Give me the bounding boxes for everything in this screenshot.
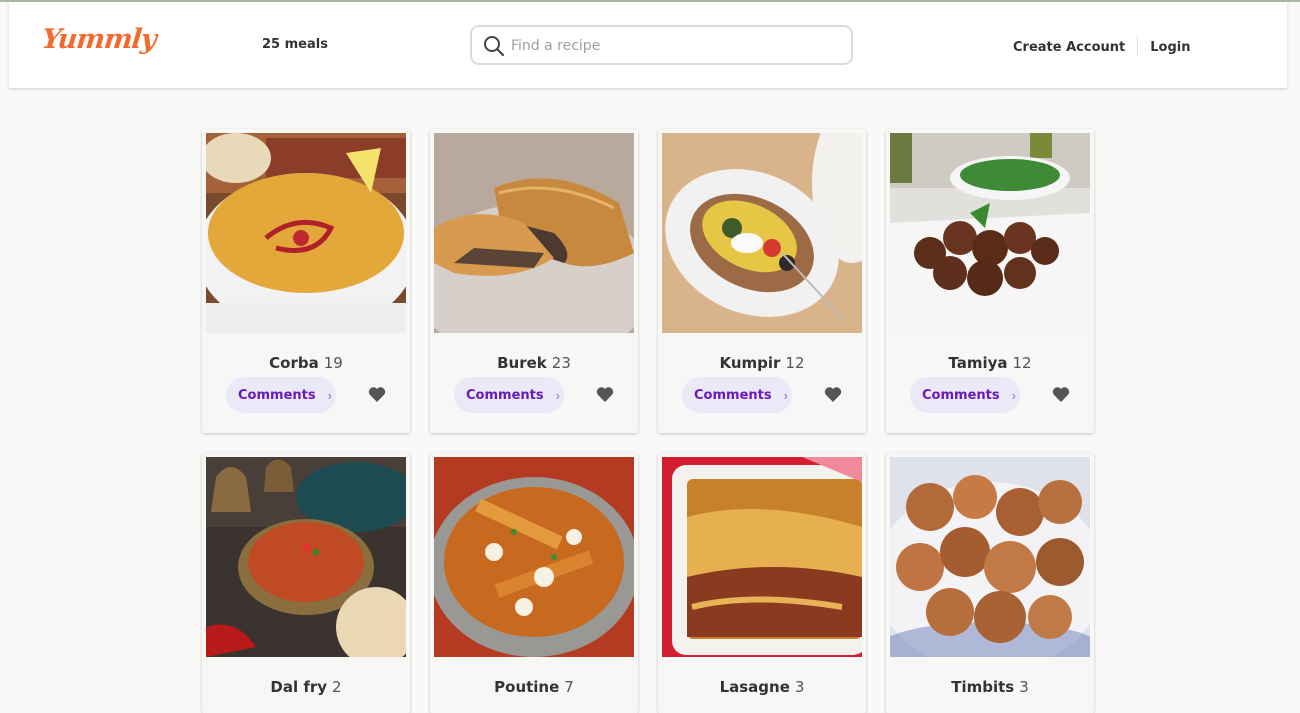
meal-name: Corba bbox=[269, 354, 319, 372]
meal-count-value: 12 bbox=[1012, 354, 1032, 372]
meal-image-timbits[interactable] bbox=[890, 457, 1090, 657]
nav-divider bbox=[1137, 37, 1139, 57]
heart-icon[interactable] bbox=[1052, 386, 1070, 403]
comments-button[interactable]: Comments › bbox=[454, 377, 564, 413]
chevron-right-icon: › bbox=[327, 387, 332, 403]
comments-label: Comments bbox=[238, 387, 316, 403]
meal-image-burek[interactable] bbox=[434, 133, 634, 333]
meal-image-lasagne[interactable] bbox=[662, 457, 862, 657]
comments-label: Comments bbox=[922, 387, 1000, 403]
meal-name: Burek bbox=[497, 354, 547, 372]
meal-count-value: 3 bbox=[794, 678, 805, 696]
search-box[interactable] bbox=[470, 25, 853, 65]
meal-title: Burek 23 bbox=[430, 354, 638, 372]
heart-icon[interactable] bbox=[368, 386, 386, 403]
comments-label: Comments bbox=[694, 387, 772, 403]
meal-image-dal-fry[interactable] bbox=[206, 457, 406, 657]
meal-title: Lasagne 3 bbox=[658, 678, 866, 696]
comments-label: Comments bbox=[466, 387, 544, 403]
yummly-logo[interactable]: Yummly bbox=[40, 24, 157, 55]
meal-card[interactable]: Poutine 7 bbox=[430, 453, 638, 713]
meal-name: Timbits bbox=[951, 678, 1015, 696]
meal-card[interactable]: Corba 19 Comments › bbox=[202, 129, 410, 433]
meal-title: Poutine 7 bbox=[430, 678, 638, 696]
create-account-link[interactable]: Create Account bbox=[1013, 40, 1125, 55]
meal-count-value: 3 bbox=[1019, 678, 1029, 696]
meal-title: Kumpir 12 bbox=[658, 354, 866, 372]
meal-card[interactable]: Lasagne 3 bbox=[658, 453, 866, 713]
login-link[interactable]: Login bbox=[1150, 40, 1190, 55]
meal-title: Corba 19 bbox=[202, 354, 410, 372]
comments-button[interactable]: Comments › bbox=[910, 377, 1020, 413]
chevron-right-icon: › bbox=[783, 387, 788, 403]
meal-image-tamiya[interactable] bbox=[890, 133, 1090, 333]
meal-card[interactable]: Kumpir 12 Comments › bbox=[658, 129, 866, 433]
meal-count-value: 7 bbox=[564, 678, 574, 696]
meal-title: Tamiya 12 bbox=[886, 354, 1094, 372]
account-nav: Create Account Login bbox=[1013, 37, 1190, 57]
meal-name: Tamiya bbox=[948, 354, 1008, 372]
meal-count-value: 23 bbox=[551, 354, 571, 372]
heart-icon[interactable] bbox=[596, 386, 614, 403]
heart-icon[interactable] bbox=[824, 386, 842, 403]
meal-image-kumpir[interactable] bbox=[662, 133, 862, 333]
meal-title: Timbits 3 bbox=[886, 678, 1094, 696]
meal-count-value: 12 bbox=[785, 354, 805, 372]
meal-name: Poutine bbox=[494, 678, 560, 696]
meal-card[interactable]: Tamiya 12 Comments › bbox=[886, 129, 1094, 433]
meal-name: Dal fry bbox=[270, 678, 328, 696]
meal-card[interactable]: Timbits 3 bbox=[886, 453, 1094, 713]
meal-count-value: 2 bbox=[332, 678, 342, 696]
chevron-right-icon: › bbox=[555, 387, 560, 403]
meal-count-value: 19 bbox=[323, 354, 343, 372]
meal-image-corba[interactable] bbox=[206, 133, 406, 333]
chevron-right-icon: › bbox=[1011, 387, 1016, 403]
meal-card[interactable]: Burek 23 Comments › bbox=[430, 129, 638, 433]
search-icon bbox=[484, 36, 505, 57]
meal-name: Kumpir bbox=[719, 354, 781, 372]
comments-button[interactable]: Comments › bbox=[226, 377, 336, 413]
comments-button[interactable]: Comments › bbox=[682, 377, 792, 413]
meal-name: Lasagne bbox=[719, 678, 790, 696]
site-header: Yummly 25 meals Create Account Login bbox=[9, 2, 1287, 88]
meal-card[interactable]: Dal fry 2 bbox=[202, 453, 410, 713]
meal-count: 25 meals bbox=[262, 37, 328, 52]
search-input[interactable] bbox=[511, 35, 841, 57]
meal-image-poutine[interactable] bbox=[434, 457, 634, 657]
meal-title: Dal fry 2 bbox=[202, 678, 410, 696]
